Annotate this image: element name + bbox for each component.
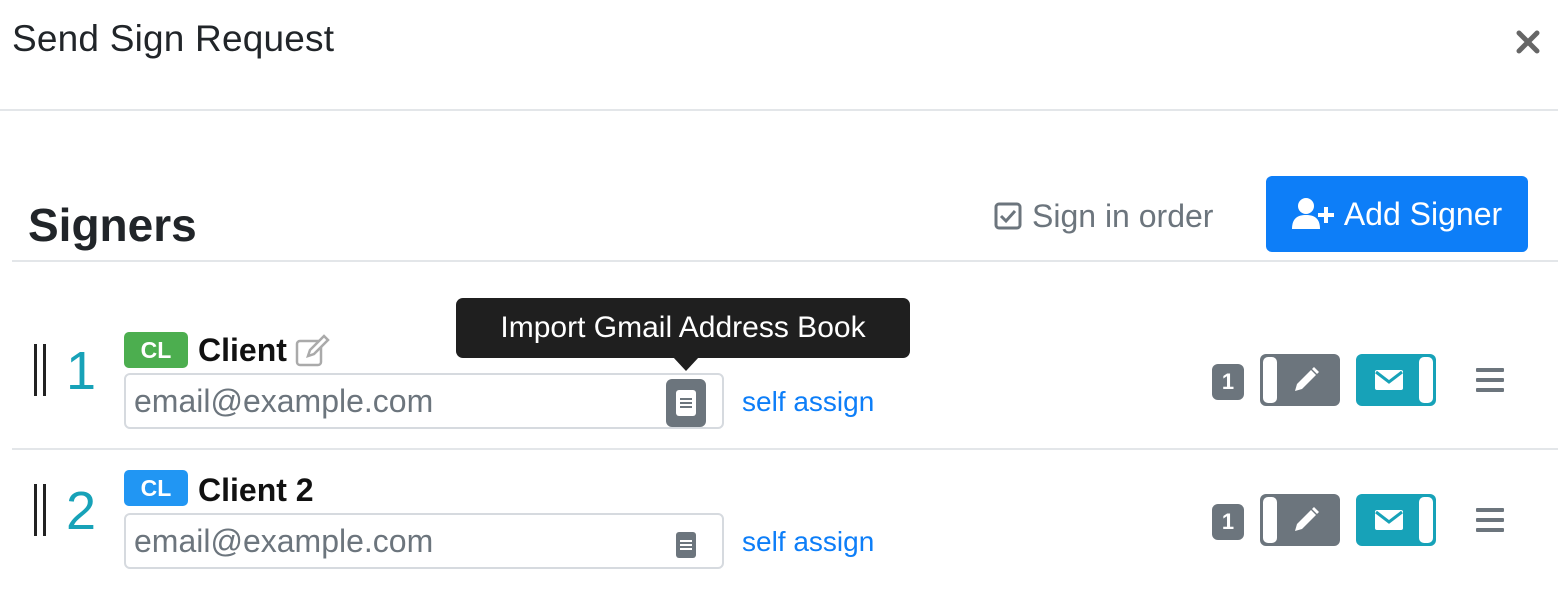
edit-role-name-button[interactable]: [294, 332, 332, 370]
checkbox-checked-icon[interactable]: [994, 202, 1022, 230]
address-book-icon: [676, 532, 696, 558]
address-book-icon: [676, 390, 696, 416]
signer-order-number: 1: [66, 341, 97, 401]
envelope-icon: [1373, 504, 1405, 536]
modal-header: Send Sign Request: [0, 0, 1558, 111]
self-assign-link[interactable]: self assign: [742, 386, 874, 418]
pencil-icon: [1290, 504, 1322, 536]
signer-count-badge: 1: [1212, 504, 1244, 540]
menu-icon: [1476, 508, 1504, 512]
role-name: Client: [198, 332, 287, 368]
signer-count-badge: 1: [1212, 364, 1244, 400]
edit-icon: [295, 334, 330, 367]
sign-toggle[interactable]: [1260, 354, 1340, 406]
email-input[interactable]: [134, 521, 654, 561]
row-menu-button[interactable]: [1474, 366, 1506, 396]
import-address-book-button[interactable]: [670, 529, 702, 561]
sign-toggle[interactable]: [1260, 494, 1340, 546]
email-input[interactable]: [134, 381, 654, 421]
signers-heading: Signers: [28, 199, 197, 251]
self-assign-link[interactable]: self assign: [742, 526, 874, 558]
email-toggle[interactable]: [1356, 494, 1436, 546]
menu-icon: [1476, 368, 1504, 372]
add-signer-button[interactable]: Add Signer: [1266, 176, 1528, 252]
signer-order-number: 2: [66, 481, 97, 541]
role-badge: CL: [124, 332, 188, 368]
user-plus-icon: [1291, 198, 1334, 229]
email-toggle[interactable]: [1356, 354, 1436, 406]
toggle-knob: [1263, 357, 1277, 403]
tooltip-arrow: [673, 357, 699, 371]
email-field[interactable]: [124, 513, 724, 569]
sign-in-order-label: Sign in order: [1032, 197, 1214, 234]
pencil-icon: [1290, 364, 1322, 396]
drag-handle[interactable]: [34, 484, 50, 536]
signers-divider: [12, 260, 1558, 262]
sign-in-order-toggle[interactable]: Sign in order: [994, 196, 1213, 236]
email-field[interactable]: [124, 373, 724, 429]
drag-handle[interactable]: [34, 344, 50, 396]
role-name: Client 2: [198, 472, 314, 508]
tooltip: Import Gmail Address Book: [456, 298, 910, 358]
toggle-knob: [1263, 497, 1277, 543]
row-menu-button[interactable]: [1474, 506, 1506, 536]
modal-title: Send Sign Request: [12, 18, 335, 59]
close-icon: [1516, 30, 1540, 54]
role-badge: CL: [124, 470, 188, 506]
toggle-knob: [1419, 357, 1433, 403]
add-signer-label: Add Signer: [1343, 195, 1503, 232]
signer-row: 2 CL Client 2 self assign 1: [0, 440, 1558, 580]
envelope-icon: [1373, 364, 1405, 396]
close-button[interactable]: [1508, 22, 1548, 62]
toggle-knob: [1419, 497, 1433, 543]
import-address-book-button[interactable]: [666, 379, 706, 427]
